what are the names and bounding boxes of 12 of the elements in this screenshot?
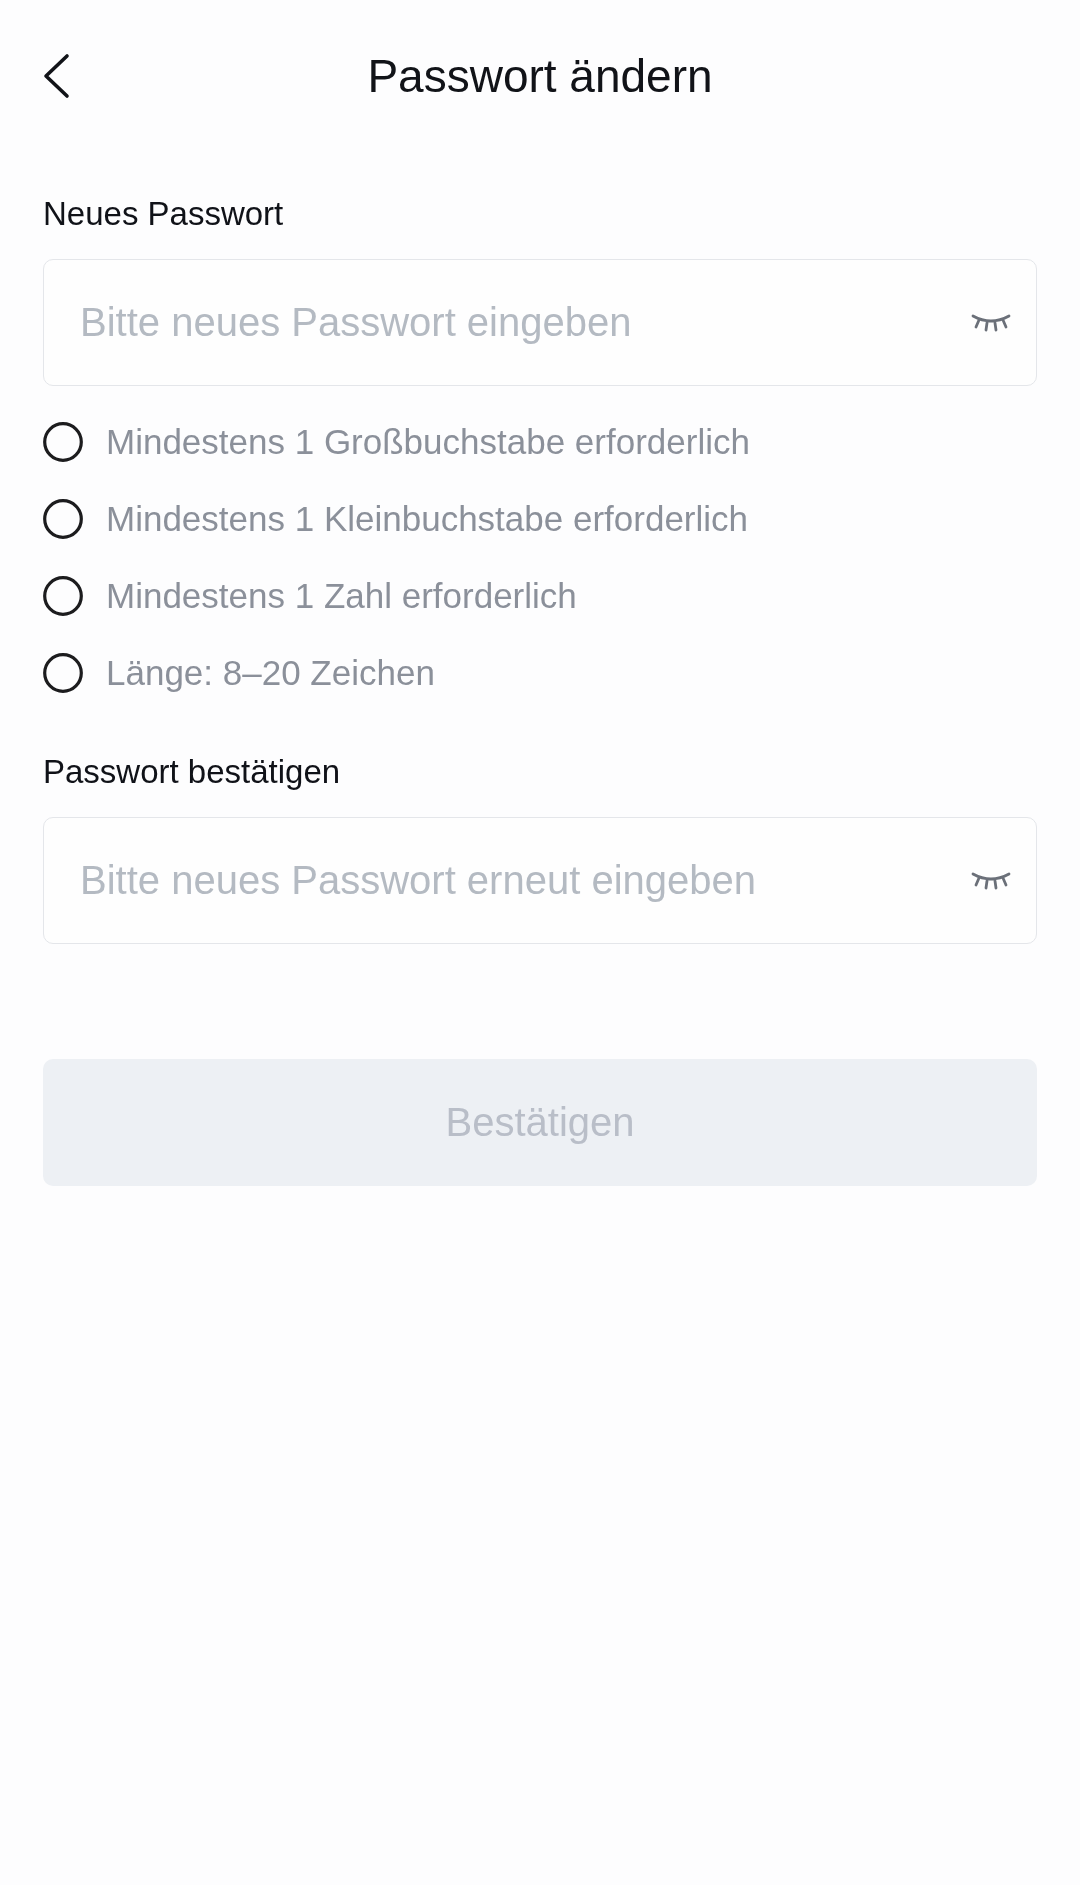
password-field[interactable]: Bitte neues Passwort eingeben [43, 259, 1037, 386]
eye-closed-icon[interactable] [971, 312, 1011, 332]
requirement-text: Länge: 8–20 Zeichen [106, 651, 435, 694]
eye-closed-icon[interactable] [971, 870, 1011, 890]
page-title: Passwort ändern [367, 49, 713, 104]
password-field[interactable]: Bitte neues Passwort erneut eingeben [43, 817, 1037, 944]
chevron-left-icon [42, 53, 70, 99]
field-label: Neues Passwort [43, 194, 284, 234]
requirement-text: Mindestens 1 Großbuchstabe erforderlich [106, 420, 750, 463]
field-label: Passwort bestätigen [43, 752, 341, 792]
requirement-text: Mindestens 1 Zahl erforderlich [106, 574, 577, 617]
requirement-text: Mindestens 1 Kleinbuchstabe erforderlich [106, 497, 749, 540]
